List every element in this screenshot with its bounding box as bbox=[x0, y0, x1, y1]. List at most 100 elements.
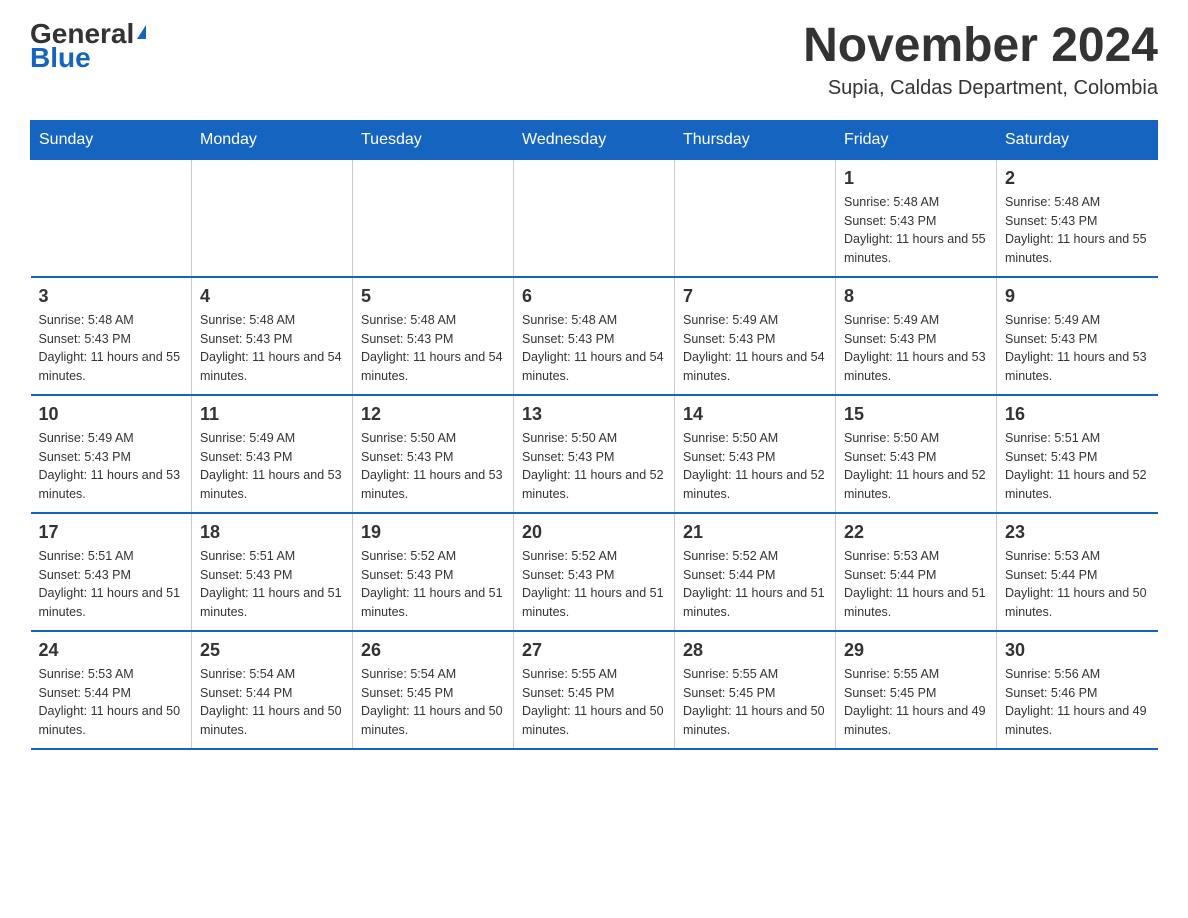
day-number: 16 bbox=[1005, 404, 1150, 425]
calendar-cell: 10 Sunrise: 5:49 AMSunset: 5:43 PMDaylig… bbox=[31, 395, 192, 513]
day-number: 3 bbox=[39, 286, 184, 307]
calendar-cell bbox=[192, 159, 353, 277]
calendar-cell: 2 Sunrise: 5:48 AMSunset: 5:43 PMDayligh… bbox=[997, 159, 1158, 277]
day-info: Sunrise: 5:53 AMSunset: 5:44 PMDaylight:… bbox=[39, 665, 184, 740]
day-number: 2 bbox=[1005, 168, 1150, 189]
day-info: Sunrise: 5:50 AMSunset: 5:43 PMDaylight:… bbox=[522, 429, 666, 504]
calendar-week-row: 1 Sunrise: 5:48 AMSunset: 5:43 PMDayligh… bbox=[31, 159, 1158, 277]
col-sunday: Sunday bbox=[31, 120, 192, 159]
calendar-cell: 27 Sunrise: 5:55 AMSunset: 5:45 PMDaylig… bbox=[514, 631, 675, 749]
day-number: 19 bbox=[361, 522, 505, 543]
calendar-cell: 13 Sunrise: 5:50 AMSunset: 5:43 PMDaylig… bbox=[514, 395, 675, 513]
day-number: 26 bbox=[361, 640, 505, 661]
day-info: Sunrise: 5:51 AMSunset: 5:43 PMDaylight:… bbox=[1005, 429, 1150, 504]
day-info: Sunrise: 5:49 AMSunset: 5:43 PMDaylight:… bbox=[200, 429, 344, 504]
calendar-cell: 6 Sunrise: 5:48 AMSunset: 5:43 PMDayligh… bbox=[514, 277, 675, 395]
calendar-cell bbox=[675, 159, 836, 277]
calendar-week-row: 10 Sunrise: 5:49 AMSunset: 5:43 PMDaylig… bbox=[31, 395, 1158, 513]
col-tuesday: Tuesday bbox=[353, 120, 514, 159]
day-info: Sunrise: 5:55 AMSunset: 5:45 PMDaylight:… bbox=[844, 665, 988, 740]
day-number: 15 bbox=[844, 404, 988, 425]
day-info: Sunrise: 5:52 AMSunset: 5:44 PMDaylight:… bbox=[683, 547, 827, 622]
calendar-cell: 30 Sunrise: 5:56 AMSunset: 5:46 PMDaylig… bbox=[997, 631, 1158, 749]
calendar-cell: 3 Sunrise: 5:48 AMSunset: 5:43 PMDayligh… bbox=[31, 277, 192, 395]
day-info: Sunrise: 5:48 AMSunset: 5:43 PMDaylight:… bbox=[200, 311, 344, 386]
calendar-cell: 5 Sunrise: 5:48 AMSunset: 5:43 PMDayligh… bbox=[353, 277, 514, 395]
day-info: Sunrise: 5:53 AMSunset: 5:44 PMDaylight:… bbox=[844, 547, 988, 622]
day-number: 21 bbox=[683, 522, 827, 543]
day-number: 29 bbox=[844, 640, 988, 661]
day-info: Sunrise: 5:50 AMSunset: 5:43 PMDaylight:… bbox=[844, 429, 988, 504]
day-number: 17 bbox=[39, 522, 184, 543]
calendar-cell: 15 Sunrise: 5:50 AMSunset: 5:43 PMDaylig… bbox=[836, 395, 997, 513]
day-info: Sunrise: 5:53 AMSunset: 5:44 PMDaylight:… bbox=[1005, 547, 1150, 622]
calendar-cell: 29 Sunrise: 5:55 AMSunset: 5:45 PMDaylig… bbox=[836, 631, 997, 749]
day-info: Sunrise: 5:49 AMSunset: 5:43 PMDaylight:… bbox=[844, 311, 988, 386]
day-info: Sunrise: 5:49 AMSunset: 5:43 PMDaylight:… bbox=[39, 429, 184, 504]
day-info: Sunrise: 5:48 AMSunset: 5:43 PMDaylight:… bbox=[844, 193, 988, 268]
day-number: 9 bbox=[1005, 286, 1150, 307]
day-info: Sunrise: 5:55 AMSunset: 5:45 PMDaylight:… bbox=[522, 665, 666, 740]
day-number: 5 bbox=[361, 286, 505, 307]
day-number: 7 bbox=[683, 286, 827, 307]
day-info: Sunrise: 5:51 AMSunset: 5:43 PMDaylight:… bbox=[200, 547, 344, 622]
calendar-cell bbox=[353, 159, 514, 277]
col-wednesday: Wednesday bbox=[514, 120, 675, 159]
day-number: 4 bbox=[200, 286, 344, 307]
day-info: Sunrise: 5:50 AMSunset: 5:43 PMDaylight:… bbox=[683, 429, 827, 504]
calendar-cell: 23 Sunrise: 5:53 AMSunset: 5:44 PMDaylig… bbox=[997, 513, 1158, 631]
calendar-cell: 17 Sunrise: 5:51 AMSunset: 5:43 PMDaylig… bbox=[31, 513, 192, 631]
title-block: November 2024 Supia, Caldas Department, … bbox=[803, 20, 1158, 100]
day-info: Sunrise: 5:49 AMSunset: 5:43 PMDaylight:… bbox=[1005, 311, 1150, 386]
day-info: Sunrise: 5:56 AMSunset: 5:46 PMDaylight:… bbox=[1005, 665, 1150, 740]
calendar-cell: 26 Sunrise: 5:54 AMSunset: 5:45 PMDaylig… bbox=[353, 631, 514, 749]
page-title: November 2024 bbox=[803, 20, 1158, 73]
calendar-cell: 11 Sunrise: 5:49 AMSunset: 5:43 PMDaylig… bbox=[192, 395, 353, 513]
day-number: 24 bbox=[39, 640, 184, 661]
calendar-cell: 12 Sunrise: 5:50 AMSunset: 5:43 PMDaylig… bbox=[353, 395, 514, 513]
calendar-cell: 9 Sunrise: 5:49 AMSunset: 5:43 PMDayligh… bbox=[997, 277, 1158, 395]
calendar-cell: 14 Sunrise: 5:50 AMSunset: 5:43 PMDaylig… bbox=[675, 395, 836, 513]
calendar-cell: 16 Sunrise: 5:51 AMSunset: 5:43 PMDaylig… bbox=[997, 395, 1158, 513]
calendar-header-row: Sunday Monday Tuesday Wednesday Thursday… bbox=[31, 120, 1158, 159]
day-number: 12 bbox=[361, 404, 505, 425]
col-saturday: Saturday bbox=[997, 120, 1158, 159]
calendar-week-row: 17 Sunrise: 5:51 AMSunset: 5:43 PMDaylig… bbox=[31, 513, 1158, 631]
col-friday: Friday bbox=[836, 120, 997, 159]
page-subtitle: Supia, Caldas Department, Colombia bbox=[803, 77, 1158, 100]
day-info: Sunrise: 5:48 AMSunset: 5:43 PMDaylight:… bbox=[39, 311, 184, 386]
day-info: Sunrise: 5:52 AMSunset: 5:43 PMDaylight:… bbox=[522, 547, 666, 622]
day-info: Sunrise: 5:52 AMSunset: 5:43 PMDaylight:… bbox=[361, 547, 505, 622]
day-info: Sunrise: 5:54 AMSunset: 5:44 PMDaylight:… bbox=[200, 665, 344, 740]
calendar-week-row: 24 Sunrise: 5:53 AMSunset: 5:44 PMDaylig… bbox=[31, 631, 1158, 749]
day-info: Sunrise: 5:48 AMSunset: 5:43 PMDaylight:… bbox=[522, 311, 666, 386]
calendar-cell: 19 Sunrise: 5:52 AMSunset: 5:43 PMDaylig… bbox=[353, 513, 514, 631]
day-info: Sunrise: 5:48 AMSunset: 5:43 PMDaylight:… bbox=[1005, 193, 1150, 268]
day-number: 28 bbox=[683, 640, 827, 661]
day-number: 23 bbox=[1005, 522, 1150, 543]
calendar-cell: 25 Sunrise: 5:54 AMSunset: 5:44 PMDaylig… bbox=[192, 631, 353, 749]
calendar-cell: 24 Sunrise: 5:53 AMSunset: 5:44 PMDaylig… bbox=[31, 631, 192, 749]
calendar-cell: 22 Sunrise: 5:53 AMSunset: 5:44 PMDaylig… bbox=[836, 513, 997, 631]
day-number: 8 bbox=[844, 286, 988, 307]
day-info: Sunrise: 5:50 AMSunset: 5:43 PMDaylight:… bbox=[361, 429, 505, 504]
day-number: 1 bbox=[844, 168, 988, 189]
calendar-cell: 1 Sunrise: 5:48 AMSunset: 5:43 PMDayligh… bbox=[836, 159, 997, 277]
calendar-cell: 18 Sunrise: 5:51 AMSunset: 5:43 PMDaylig… bbox=[192, 513, 353, 631]
day-info: Sunrise: 5:48 AMSunset: 5:43 PMDaylight:… bbox=[361, 311, 505, 386]
day-number: 13 bbox=[522, 404, 666, 425]
day-number: 22 bbox=[844, 522, 988, 543]
calendar-cell: 20 Sunrise: 5:52 AMSunset: 5:43 PMDaylig… bbox=[514, 513, 675, 631]
calendar-cell bbox=[514, 159, 675, 277]
col-monday: Monday bbox=[192, 120, 353, 159]
calendar-cell: 21 Sunrise: 5:52 AMSunset: 5:44 PMDaylig… bbox=[675, 513, 836, 631]
calendar-cell: 7 Sunrise: 5:49 AMSunset: 5:43 PMDayligh… bbox=[675, 277, 836, 395]
calendar-table: Sunday Monday Tuesday Wednesday Thursday… bbox=[30, 120, 1158, 750]
day-number: 10 bbox=[39, 404, 184, 425]
day-number: 14 bbox=[683, 404, 827, 425]
day-number: 11 bbox=[200, 404, 344, 425]
day-number: 30 bbox=[1005, 640, 1150, 661]
calendar-cell: 4 Sunrise: 5:48 AMSunset: 5:43 PMDayligh… bbox=[192, 277, 353, 395]
calendar-cell bbox=[31, 159, 192, 277]
day-number: 6 bbox=[522, 286, 666, 307]
